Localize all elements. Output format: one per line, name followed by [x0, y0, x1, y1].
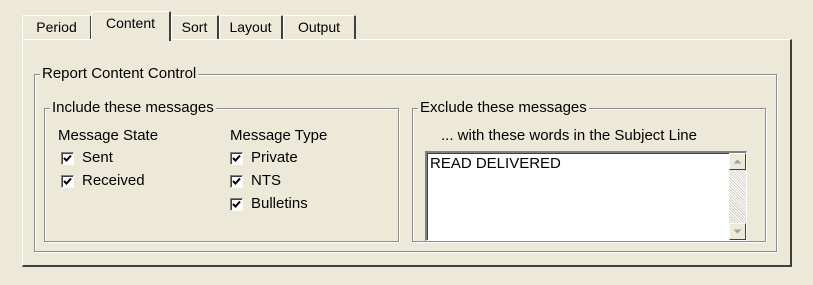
exclude-group-title: Exclude these messages — [418, 99, 589, 117]
report-content-group-title: Report Content Control — [40, 65, 199, 83]
excluded-words-value: READ DELIVERED — [430, 155, 561, 172]
nts-label: NTS — [251, 172, 281, 189]
tab-period[interactable]: Period — [22, 15, 92, 39]
arrow-down-icon — [733, 229, 742, 234]
tab-content[interactable]: Content — [91, 11, 171, 41]
vertical-scrollbar[interactable] — [729, 153, 746, 240]
tab-label: Output — [297, 19, 341, 35]
sent-checkbox[interactable] — [61, 152, 74, 165]
tab-label: Content — [105, 15, 156, 31]
checkmark-icon — [232, 200, 241, 208]
include-group-title: Include these messages — [50, 99, 216, 117]
tab-sort[interactable]: Sort — [171, 15, 219, 39]
scroll-up-button[interactable] — [729, 153, 746, 170]
tab-label: Period — [36, 19, 77, 35]
excluded-words-field[interactable]: READ DELIVERED — [425, 151, 747, 241]
bulletins-label: Bulletins — [251, 195, 308, 212]
private-checkbox[interactable] — [230, 152, 243, 165]
checkmark-icon — [232, 177, 241, 185]
sent-label: Sent — [82, 149, 113, 166]
message-type-heading: Message Type — [230, 127, 328, 144]
checkmark-icon — [232, 154, 241, 162]
bulletins-checkbox[interactable] — [230, 198, 243, 211]
checkmark-icon — [63, 154, 72, 162]
tab-label: Layout — [229, 19, 272, 35]
tab-output[interactable]: Output — [283, 15, 356, 39]
tab-label: Sort — [181, 19, 208, 35]
tab-panel-content: Report Content Control Include these mes… — [22, 39, 792, 267]
nts-checkbox[interactable] — [230, 175, 243, 188]
tab-layout[interactable]: Layout — [219, 15, 283, 39]
message-state-heading: Message State — [58, 127, 159, 144]
received-checkbox[interactable] — [61, 175, 74, 188]
private-label: Private — [251, 149, 298, 166]
received-label: Received — [82, 172, 145, 189]
exclude-subtitle: ... with these words in the Subject Line — [441, 127, 697, 144]
scroll-down-button[interactable] — [729, 223, 746, 240]
arrow-up-icon — [733, 159, 742, 164]
checkmark-icon — [63, 177, 72, 185]
